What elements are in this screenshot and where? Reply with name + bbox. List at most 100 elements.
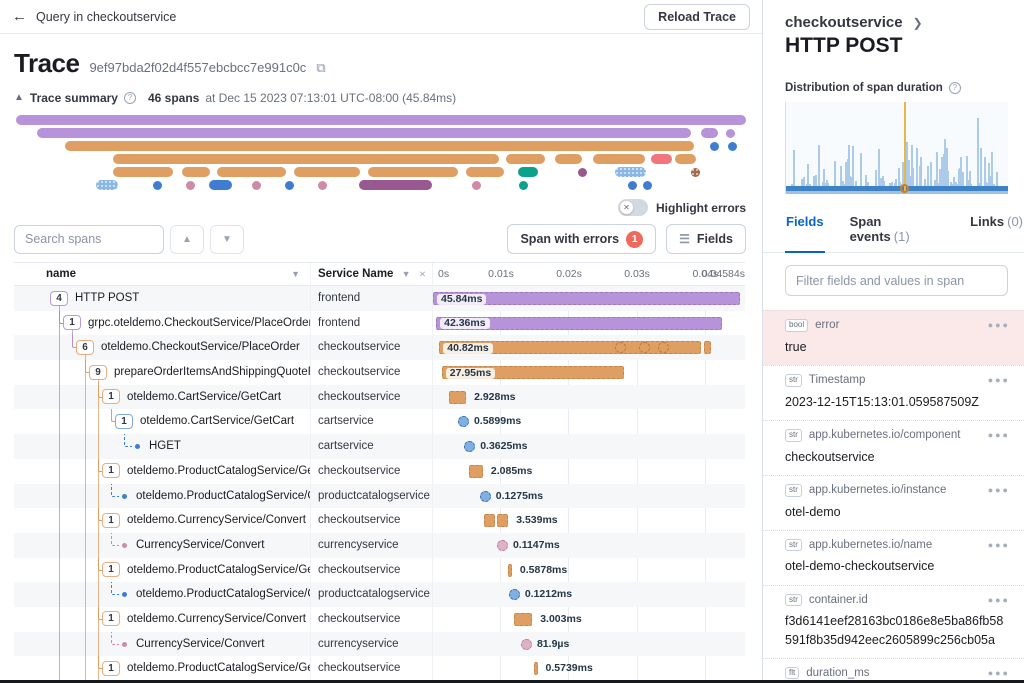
- highlight-errors-toggle[interactable]: ✕: [618, 199, 648, 216]
- minimap-span-bar[interactable]: [113, 167, 173, 177]
- span-with-errors-button[interactable]: Span with errors 1: [507, 224, 656, 254]
- minimap-span-bar[interactable]: [209, 180, 232, 190]
- field-actions-menu-icon[interactable]: ●●●: [988, 540, 1010, 550]
- span-count-badge[interactable]: 1: [102, 611, 120, 626]
- prev-match-button[interactable]: ▲: [170, 225, 204, 254]
- minimap-span-dot[interactable]: [643, 181, 652, 190]
- tab-span-events[interactable]: Span events(1): [849, 210, 946, 252]
- minimap-span-bar[interactable]: [217, 167, 286, 177]
- span-row[interactable]: HGETcartservice0.3625ms: [14, 434, 745, 459]
- sort-chevron-icon[interactable]: ▼: [402, 269, 411, 279]
- minimap-span-bar[interactable]: [675, 154, 695, 164]
- duration-bar[interactable]: 27.95ms: [442, 366, 625, 379]
- minimap-span-dot[interactable]: [252, 181, 261, 190]
- field-actions-menu-icon[interactable]: ●●●: [988, 485, 1010, 495]
- field-item[interactable]: strapp.kubernetes.io/instance●●●otel-dem…: [763, 475, 1024, 530]
- minimap-span-bar[interactable]: [555, 154, 582, 164]
- minimap-span-bar[interactable]: [518, 167, 538, 177]
- span-count-badge[interactable]: 6: [76, 340, 94, 355]
- span-count-badge[interactable]: 1: [102, 463, 120, 478]
- back-to-query-link[interactable]: ← Query in checkoutservice: [12, 9, 176, 24]
- field-actions-menu-icon[interactable]: ●●●: [988, 668, 1010, 678]
- span-row[interactable]: oteldemo.ProductCatalogService/GetPro...…: [14, 582, 745, 607]
- duration-distribution-chart[interactable]: [785, 102, 1008, 194]
- filter-fields-input[interactable]: [785, 265, 1008, 296]
- duration-bar[interactable]: 45.84ms: [433, 292, 740, 305]
- duration-dot[interactable]: [464, 441, 475, 452]
- next-match-button[interactable]: ▼: [210, 225, 244, 254]
- span-row[interactable]: 1oteldemo.CartService/GetCartcheckoutser…: [14, 385, 745, 410]
- trace-summary-label[interactable]: Trace summary: [30, 91, 118, 105]
- span-count-badge[interactable]: 1: [102, 661, 120, 676]
- duration-bar[interactable]: [484, 514, 495, 527]
- span-row[interactable]: 9prepareOrderItemsAndShippingQuoteFromCa…: [14, 360, 745, 385]
- field-actions-menu-icon[interactable]: ●●●: [988, 320, 1010, 330]
- span-row[interactable]: oteldemo.ProductCatalogService/GetPro...…: [14, 484, 745, 509]
- minimap-span-dot[interactable]: [153, 181, 162, 190]
- search-spans-input[interactable]: [14, 225, 164, 254]
- duration-dot[interactable]: [480, 491, 491, 502]
- minimap-span-bar[interactable]: [96, 180, 118, 190]
- span-count-badge[interactable]: 1: [102, 513, 120, 528]
- span-row[interactable]: 1oteldemo.ProductCatalogService/GetProdu…: [14, 558, 745, 583]
- field-actions-menu-icon[interactable]: ●●●: [988, 430, 1010, 440]
- service-breadcrumb[interactable]: checkoutservice ❯: [785, 14, 1008, 31]
- span-row[interactable]: 1oteldemo.ProductCatalogService/GetProdu…: [14, 459, 745, 484]
- minimap-span-dot[interactable]: [691, 168, 700, 177]
- minimap-span-dot[interactable]: [710, 142, 719, 151]
- minimap-span-bar[interactable]: [359, 180, 432, 190]
- span-row[interactable]: 6oteldemo.CheckoutService/PlaceOrderchec…: [14, 335, 745, 360]
- minimap-span-dot[interactable]: [186, 181, 195, 190]
- minimap-span-dot[interactable]: [519, 181, 528, 190]
- trace-minimap[interactable]: [16, 115, 746, 193]
- duration-bar[interactable]: [497, 514, 508, 527]
- copy-icon[interactable]: ⧉: [316, 60, 325, 76]
- reload-trace-button[interactable]: Reload Trace: [644, 4, 750, 30]
- field-item[interactable]: strapp.kubernetes.io/component●●●checkou…: [763, 420, 1024, 475]
- duration-dot[interactable]: [458, 416, 469, 427]
- minimap-span-bar[interactable]: [368, 167, 458, 177]
- minimap-span-bar[interactable]: [65, 141, 694, 151]
- field-actions-menu-icon[interactable]: ●●●: [988, 595, 1010, 605]
- field-actions-menu-icon[interactable]: ●●●: [988, 375, 1010, 385]
- duration-bar[interactable]: [469, 465, 483, 478]
- duration-bar[interactable]: [514, 613, 532, 626]
- span-row[interactable]: 1oteldemo.CartService/GetCartcartservice…: [14, 409, 745, 434]
- fields-button[interactable]: ☰ Fields: [666, 224, 746, 254]
- minimap-span-bar[interactable]: [113, 154, 498, 164]
- minimap-span-bar[interactable]: [182, 167, 210, 177]
- minimap-span-dot[interactable]: [726, 129, 735, 138]
- span-row[interactable]: CurrencyService/Convertcurrencyservice0.…: [14, 533, 745, 558]
- attachment-icon[interactable]: 🖇︎: [744, 291, 745, 304]
- back-arrow-icon[interactable]: ←: [12, 9, 27, 24]
- duration-bar[interactable]: 42.36ms: [436, 317, 721, 330]
- duration-dot[interactable]: [509, 589, 520, 600]
- span-count-badge[interactable]: 1: [63, 315, 81, 330]
- minimap-span-bar[interactable]: [16, 115, 746, 125]
- field-item[interactable]: strcontainer.id●●●f3d6141eef28163bc0186e…: [763, 585, 1024, 658]
- span-count-badge[interactable]: 1: [115, 414, 133, 429]
- collapse-chevron-icon[interactable]: ▲: [14, 92, 24, 103]
- duration-bar[interactable]: [534, 662, 538, 675]
- tab-fields[interactable]: Fields: [785, 210, 825, 252]
- span-count-badge[interactable]: 4: [50, 291, 68, 306]
- span-row[interactable]: 4HTTP POSTfrontend45.84ms🖇︎: [14, 286, 745, 311]
- duration-dot[interactable]: [521, 639, 532, 650]
- span-event-icon[interactable]: [639, 342, 650, 353]
- minimap-span-dot[interactable]: [578, 168, 587, 177]
- minimap-span-bar[interactable]: [37, 128, 690, 138]
- duration-bar[interactable]: [508, 564, 512, 577]
- duration-dot[interactable]: [497, 540, 508, 551]
- span-row[interactable]: 1oteldemo.CurrencyService/Convertcheckou…: [14, 508, 745, 533]
- minimap-span-bar[interactable]: [651, 154, 671, 164]
- tab-links[interactable]: Links(0): [969, 210, 1024, 252]
- field-item[interactable]: strTimestamp●●●2023-12-15T15:13:01.05958…: [763, 365, 1024, 420]
- minimap-span-bar[interactable]: [701, 128, 719, 138]
- span-row[interactable]: 1grpc.oteldemo.CheckoutService/PlaceOrde…: [14, 311, 745, 336]
- span-row[interactable]: 1oteldemo.ProductCatalogService/GetProdu…: [14, 656, 745, 681]
- span-event-icon[interactable]: [615, 342, 626, 353]
- column-menu-chevron-icon[interactable]: ▼: [291, 263, 300, 286]
- info-icon[interactable]: ?: [949, 82, 961, 94]
- duration-bar-tail[interactable]: [704, 341, 711, 354]
- minimap-span-dot[interactable]: [628, 181, 637, 190]
